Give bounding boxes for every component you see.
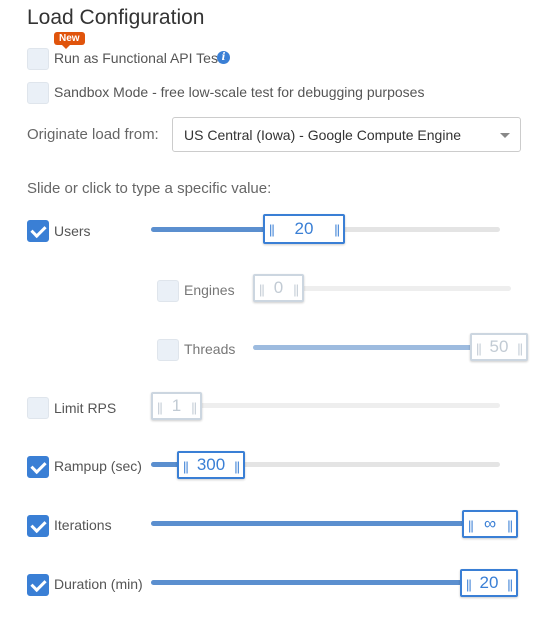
- grip-icon: ||: [334, 222, 340, 237]
- grip-icon: ||: [259, 282, 265, 297]
- users-value: 20: [294, 219, 314, 238]
- grip-icon: ||: [476, 341, 482, 356]
- page-title: Load Configuration: [27, 6, 205, 29]
- grip-icon: ||: [157, 400, 163, 415]
- grip-icon: ||: [507, 577, 513, 592]
- rps-label: Limit RPS: [54, 400, 117, 416]
- grip-icon: ||: [517, 341, 523, 356]
- grip-icon: ||: [468, 518, 474, 533]
- grip-icon: ||: [234, 459, 240, 474]
- engines-checkbox[interactable]: [157, 280, 179, 302]
- rampup-slider-handle[interactable]: || 300 ||: [177, 451, 245, 479]
- iterations-label: Iterations: [54, 517, 112, 533]
- grip-icon: ||: [293, 282, 299, 297]
- iterations-checkbox[interactable]: [27, 515, 49, 537]
- iterations-value: ∞: [483, 514, 497, 533]
- duration-label: Duration (min): [54, 576, 143, 592]
- grip-icon: ||: [269, 222, 275, 237]
- origin-label: Originate load from:: [27, 126, 159, 143]
- grip-icon: ||: [466, 577, 472, 592]
- engines-slider-handle[interactable]: || 0 ||: [253, 274, 304, 302]
- functional-test-label: Run as Functional API Test: [54, 50, 222, 66]
- slide-hint: Slide or click to type a specific value:: [27, 180, 272, 197]
- users-checkbox[interactable]: [27, 220, 49, 242]
- origin-select[interactable]: US Central (Iowa) - Google Compute Engin…: [172, 117, 521, 152]
- rampup-label: Rampup (sec): [54, 458, 142, 474]
- origin-value: US Central (Iowa) - Google Compute Engin…: [184, 127, 462, 143]
- rampup-checkbox[interactable]: [27, 456, 49, 478]
- engines-label: Engines: [184, 282, 235, 298]
- rps-value: 1: [171, 396, 182, 415]
- grip-icon: ||: [183, 459, 189, 474]
- iterations-slider-handle[interactable]: || ∞ ||: [462, 510, 518, 538]
- sandbox-checkbox[interactable]: [27, 82, 49, 104]
- duration-checkbox[interactable]: [27, 574, 49, 596]
- sandbox-label: Sandbox Mode - free low-scale test for d…: [54, 84, 425, 100]
- info-icon[interactable]: i: [217, 51, 230, 64]
- users-slider-handle[interactable]: || 20 ||: [263, 214, 345, 244]
- duration-slider-fill: [151, 580, 465, 585]
- engines-value: 0: [273, 278, 284, 297]
- threads-slider-handle[interactable]: || 50 ||: [470, 333, 528, 361]
- new-badge: New: [54, 32, 85, 49]
- iterations-slider-fill: [151, 521, 467, 526]
- rampup-value: 300: [196, 455, 226, 474]
- users-slider-fill: [151, 227, 271, 232]
- threads-label: Threads: [184, 341, 236, 357]
- grip-icon: ||: [507, 518, 513, 533]
- functional-test-checkbox[interactable]: [27, 48, 49, 70]
- chevron-down-icon: [500, 133, 510, 138]
- threads-value: 50: [489, 337, 509, 356]
- grip-icon: ||: [191, 400, 197, 415]
- users-label: Users: [54, 223, 91, 239]
- threads-slider-fill: [253, 345, 473, 350]
- duration-value: 20: [479, 573, 499, 592]
- threads-checkbox[interactable]: [157, 339, 179, 361]
- rps-checkbox[interactable]: [27, 397, 49, 419]
- rps-slider-handle[interactable]: || 1 ||: [151, 392, 202, 420]
- rps-slider-track[interactable]: [151, 403, 500, 408]
- duration-slider-handle[interactable]: || 20 ||: [460, 569, 518, 597]
